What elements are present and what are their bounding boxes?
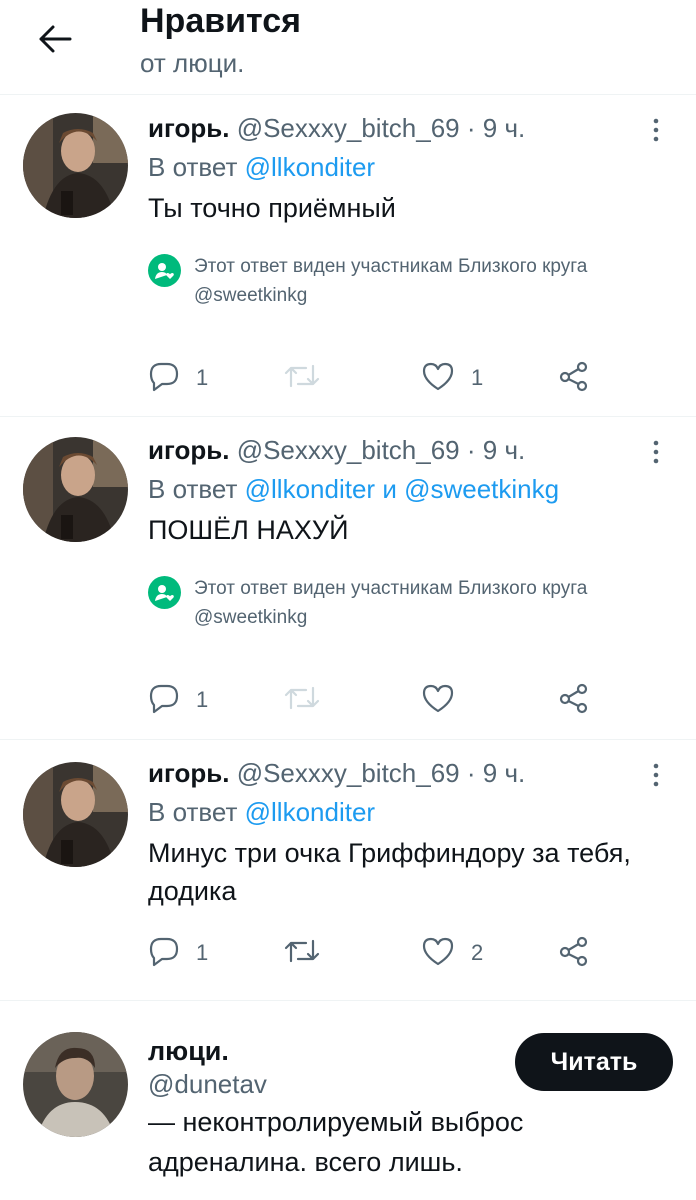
heart-icon: [421, 935, 455, 972]
tweet-time[interactable]: 9 ч.: [483, 758, 525, 788]
mention-link[interactable]: @llkonditer: [245, 474, 375, 504]
author-handle[interactable]: @Sexxxy_bitch_69: [237, 435, 460, 465]
reply-icon: [148, 935, 180, 972]
tweet-meta: игорь. @Sexxxy_bitch_69 · 9 ч.: [148, 111, 676, 145]
like-button[interactable]: [421, 680, 471, 720]
profile-name[interactable]: люци.: [148, 1036, 229, 1067]
circle-notice-owner: @sweetkinkg: [194, 285, 308, 306]
retweet-button[interactable]: [284, 933, 336, 973]
tweet[interactable]: игорь. @Sexxxy_bitch_69 · 9 ч. В ответ @…: [0, 96, 696, 417]
tweet-time[interactable]: 9 ч.: [483, 113, 525, 143]
avatar[interactable]: [23, 437, 128, 542]
author-name[interactable]: игорь.: [148, 113, 229, 143]
tweet[interactable]: игорь. @Sexxxy_bitch_69 · 9 ч. В ответ @…: [0, 741, 696, 1001]
reply-count: 1: [196, 940, 209, 965]
heart-icon: [421, 682, 455, 719]
mention-link[interactable]: @llkonditer: [245, 797, 375, 827]
reply-joiner: и: [382, 474, 397, 504]
reply-prefix: В ответ: [148, 797, 238, 827]
reply-icon: [148, 360, 180, 397]
more-vertical-icon: [653, 763, 659, 792]
back-button[interactable]: [30, 18, 80, 64]
reply-icon: [148, 682, 180, 719]
tweet[interactable]: игорь. @Sexxxy_bitch_69 · 9 ч. В ответ @…: [0, 418, 696, 740]
reply-prefix: В ответ: [148, 152, 238, 182]
close-circle-icon: [148, 576, 181, 609]
profile-handle[interactable]: @dunetav: [148, 1069, 267, 1100]
author-handle[interactable]: @Sexxxy_bitch_69: [237, 758, 460, 788]
circle-notice-owner: @sweetkinkg: [194, 607, 308, 628]
more-options-button[interactable]: [646, 437, 666, 471]
reply-button[interactable]: 1: [148, 933, 208, 973]
like-button[interactable]: 1: [421, 358, 483, 398]
retweet-icon: [284, 682, 320, 719]
like-count: 2: [471, 940, 484, 965]
page-title: Нравится: [140, 2, 301, 40]
avatar[interactable]: [23, 762, 128, 867]
tweet-time[interactable]: 9 ч.: [483, 435, 525, 465]
arrow-left-icon: [38, 24, 72, 59]
like-button[interactable]: 2: [421, 933, 483, 973]
more-vertical-icon: [653, 118, 659, 147]
retweet-icon: [284, 935, 320, 972]
mention-link[interactable]: @llkonditer: [245, 152, 375, 182]
tweet-actions: 1 2: [148, 933, 608, 973]
tweet-body: игорь. @Sexxxy_bitch_69 · 9 ч. В ответ @…: [148, 433, 676, 632]
tweet-meta: игорь. @Sexxxy_bitch_69 · 9 ч.: [148, 433, 676, 467]
reply-count: 1: [196, 687, 209, 712]
reply-context: В ответ @llkonditer: [148, 795, 676, 829]
mention-link[interactable]: @sweetkinkg: [404, 474, 559, 504]
like-count: 1: [471, 365, 484, 390]
avatar[interactable]: [23, 113, 128, 218]
author-handle[interactable]: @Sexxxy_bitch_69: [237, 113, 460, 143]
avatar[interactable]: [23, 1032, 128, 1137]
tweet-text: Минус три очка Гриффиндору за тебя, доди…: [148, 838, 631, 906]
tweet-actions: 1 1: [148, 358, 608, 398]
author-name[interactable]: игорь.: [148, 435, 229, 465]
tweet-actions: 1: [148, 680, 608, 720]
reply-button[interactable]: 1: [148, 358, 208, 398]
share-icon: [558, 935, 590, 972]
meta-separator: ·: [466, 113, 476, 143]
close-circle-notice: Этот ответ виден участникам Близкого кру…: [148, 574, 676, 632]
profile-bio: — неконтролируемый выброс адреналина. вс…: [148, 1107, 524, 1177]
share-button[interactable]: [558, 358, 590, 398]
page-header: Нравится от люци.: [0, 0, 696, 95]
page-subtitle: от люци.: [140, 48, 245, 78]
follow-button[interactable]: Читать: [515, 1033, 673, 1091]
reply-context: В ответ @llkonditer: [148, 150, 676, 184]
heart-icon: [421, 360, 455, 397]
reply-context: В ответ @llkonditer и @sweetkinkg: [148, 472, 676, 506]
share-icon: [558, 360, 590, 397]
tweet-body: игорь. @Sexxxy_bitch_69 · 9 ч. В ответ @…: [148, 111, 676, 310]
tweet-meta: игорь. @Sexxxy_bitch_69 · 9 ч.: [148, 756, 676, 790]
user-cell[interactable]: люци. @dunetav — неконтролируемый выброс…: [0, 1001, 696, 1200]
meta-separator: ·: [466, 435, 476, 465]
reply-count: 1: [196, 365, 209, 390]
share-icon: [558, 682, 590, 719]
share-button[interactable]: [558, 933, 590, 973]
circle-notice-text: Этот ответ виден участникам Близкого кру…: [194, 578, 588, 599]
circle-notice-text: Этот ответ виден участникам Близкого кру…: [194, 256, 588, 277]
retweet-button[interactable]: [284, 680, 336, 720]
reply-button[interactable]: 1: [148, 680, 208, 720]
tweet-text: ПОШЁЛ НАХУЙ: [148, 515, 349, 545]
meta-separator: ·: [466, 758, 476, 788]
close-circle-notice: Этот ответ виден участникам Близкого кру…: [148, 252, 676, 310]
tweet-body: игорь. @Sexxxy_bitch_69 · 9 ч. В ответ @…: [148, 756, 676, 910]
retweet-icon: [284, 360, 320, 397]
more-vertical-icon: [653, 440, 659, 469]
reply-prefix: В ответ: [148, 474, 238, 504]
tweet-text: Ты точно приёмный: [148, 193, 396, 223]
share-button[interactable]: [558, 680, 590, 720]
more-options-button[interactable]: [646, 115, 666, 149]
author-name[interactable]: игорь.: [148, 758, 229, 788]
close-circle-icon: [148, 254, 181, 287]
more-options-button[interactable]: [646, 760, 666, 794]
retweet-button[interactable]: [284, 358, 336, 398]
